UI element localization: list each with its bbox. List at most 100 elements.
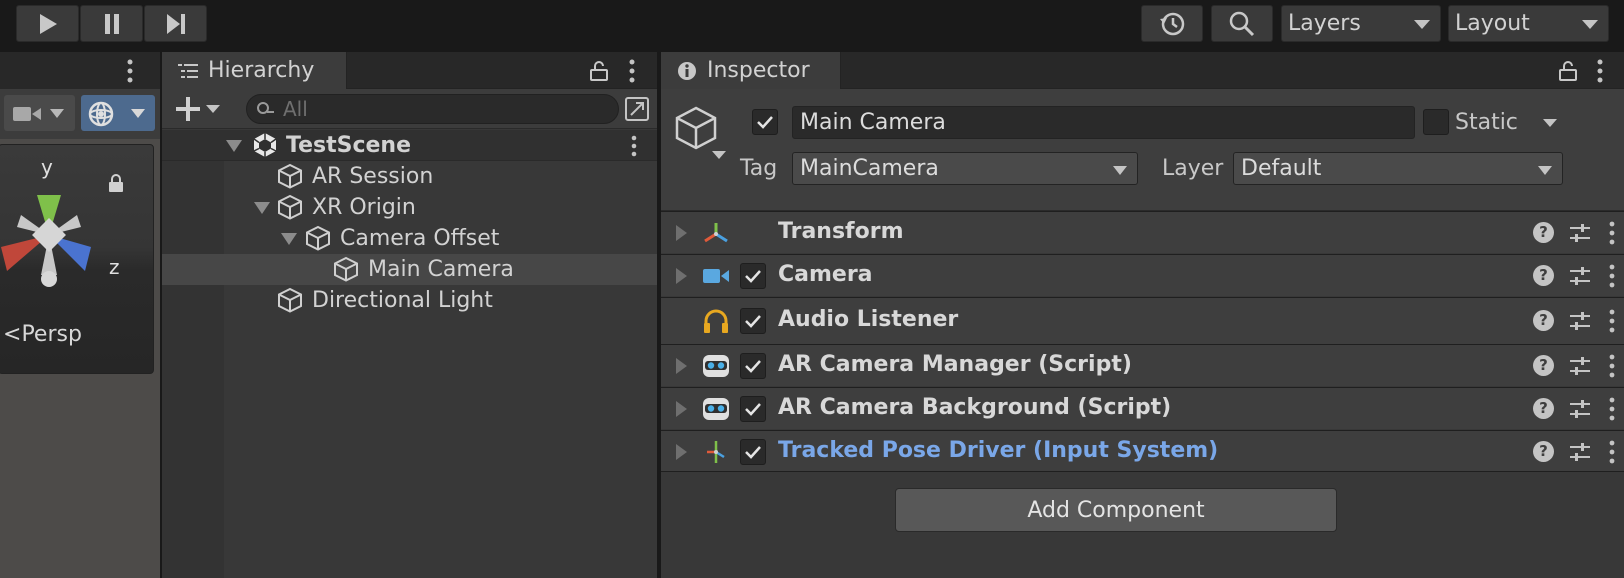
expand-arrow-icon[interactable] xyxy=(226,140,242,152)
more-options-icon[interactable] xyxy=(1608,354,1616,378)
component-name: AR Camera Manager (Script) xyxy=(778,352,1132,377)
expand-arrow-icon[interactable] xyxy=(281,233,297,245)
step-button[interactable] xyxy=(144,5,207,42)
component-name: Tracked Pose Driver (Input System) xyxy=(778,438,1219,463)
add-component-button[interactable]: Add Component xyxy=(895,488,1337,532)
presets-sliders-icon[interactable] xyxy=(1569,310,1591,332)
component-ar-camera-manager[interactable]: AR Camera Manager (Script) ? xyxy=(661,344,1624,386)
lock-icon[interactable] xyxy=(107,173,125,193)
pause-button[interactable] xyxy=(80,5,143,42)
hierarchy-search-input[interactable]: All xyxy=(246,94,619,124)
camera-settings-button[interactable] xyxy=(4,95,75,131)
hierarchy-item-label: AR Session xyxy=(312,164,434,189)
projection-label: Persp xyxy=(21,322,82,347)
layers-dropdown[interactable]: Layers xyxy=(1281,5,1441,42)
static-label: Static xyxy=(1455,110,1518,135)
search-icon xyxy=(257,102,274,114)
projection-toggle[interactable]: <Persp xyxy=(3,322,82,347)
component-enabled-checkbox[interactable] xyxy=(740,263,766,289)
inspector-tab-label: Inspector xyxy=(707,58,810,83)
more-options-icon[interactable] xyxy=(1608,221,1616,245)
tab-hierarchy[interactable]: Hierarchy xyxy=(162,52,347,89)
gameobject-cube-icon xyxy=(306,225,330,251)
more-options-icon[interactable] xyxy=(1608,397,1616,421)
presets-sliders-icon[interactable] xyxy=(1569,355,1591,377)
gameobject-cube-icon[interactable] xyxy=(673,105,719,151)
search-button[interactable] xyxy=(1211,5,1273,42)
component-enabled-checkbox[interactable] xyxy=(740,308,766,334)
layer-value: Default xyxy=(1241,156,1322,181)
component-enabled-checkbox[interactable] xyxy=(740,353,766,379)
hierarchy-panel: Hierarchy All TestScene AR Session XR Or… xyxy=(160,52,657,578)
tab-inspector[interactable]: Inspector xyxy=(661,52,841,89)
active-checkbox[interactable] xyxy=(752,109,778,135)
more-options-icon[interactable] xyxy=(630,135,638,157)
hierarchy-item-directional-light[interactable]: Directional Light xyxy=(162,285,657,316)
axis-gizmo-icon xyxy=(1,195,91,287)
help-icon[interactable]: ? xyxy=(1533,265,1554,286)
expand-arrow-icon[interactable] xyxy=(676,444,687,460)
ar-script-icon xyxy=(703,398,729,420)
component-enabled-checkbox[interactable] xyxy=(740,439,766,465)
more-options-icon[interactable] xyxy=(126,58,134,84)
lock-icon[interactable] xyxy=(1558,60,1578,82)
help-icon[interactable]: ? xyxy=(1533,441,1554,462)
chevron-down-icon xyxy=(131,109,145,118)
hierarchy-item-xr-origin[interactable]: XR Origin xyxy=(162,192,657,223)
search-icon xyxy=(1229,11,1255,36)
layer-dropdown[interactable]: Default xyxy=(1233,152,1563,185)
scene-tab-bar xyxy=(0,52,160,89)
more-options-icon[interactable] xyxy=(1608,309,1616,333)
component-ar-camera-background[interactable]: AR Camera Background (Script) ? xyxy=(661,387,1624,429)
scene-view[interactable]: y z <Persp xyxy=(0,52,160,578)
presets-sliders-icon[interactable] xyxy=(1569,441,1591,463)
hierarchy-item-camera-offset[interactable]: Camera Offset xyxy=(162,223,657,254)
more-options-icon[interactable] xyxy=(628,58,636,84)
layout-dropdown[interactable]: Layout xyxy=(1448,5,1609,42)
presets-sliders-icon[interactable] xyxy=(1569,265,1591,287)
component-actions: ? xyxy=(1524,388,1624,430)
undo-history-button[interactable] xyxy=(1141,5,1203,42)
component-audio-listener[interactable]: Audio Listener ? xyxy=(661,297,1624,344)
scene-row[interactable]: TestScene xyxy=(162,130,657,161)
presets-sliders-icon[interactable] xyxy=(1569,222,1591,244)
ar-script-icon xyxy=(703,355,729,377)
hierarchy-item-ar-session[interactable]: AR Session xyxy=(162,161,657,192)
expand-arrow-icon[interactable] xyxy=(676,358,687,374)
info-icon xyxy=(678,61,696,80)
chevron-down-icon[interactable] xyxy=(712,151,726,159)
gizmos-toggle-button[interactable] xyxy=(81,95,155,131)
component-transform[interactable]: Transform ? xyxy=(661,211,1624,253)
component-actions: ? xyxy=(1524,212,1624,254)
component-enabled-checkbox[interactable] xyxy=(740,396,766,422)
expand-arrow-icon[interactable] xyxy=(254,202,270,214)
gameobject-cube-icon xyxy=(278,287,302,313)
help-icon[interactable]: ? xyxy=(1533,310,1554,331)
help-icon[interactable]: ? xyxy=(1533,222,1554,243)
hierarchy-toolbar: All xyxy=(162,89,657,129)
help-icon[interactable]: ? xyxy=(1533,355,1554,376)
play-button[interactable] xyxy=(16,5,79,42)
more-options-icon[interactable] xyxy=(1596,58,1604,84)
search-options-icon[interactable] xyxy=(623,95,651,123)
object-name-field[interactable]: Main Camera xyxy=(792,106,1415,139)
static-dropdown-chevron-icon[interactable] xyxy=(1543,119,1557,127)
more-options-icon[interactable] xyxy=(1608,264,1616,288)
lock-icon[interactable] xyxy=(589,60,609,82)
tag-dropdown[interactable]: MainCamera xyxy=(792,152,1138,185)
hierarchy-item-main-camera[interactable]: Main Camera xyxy=(162,254,657,285)
hierarchy-item-label: XR Origin xyxy=(312,195,416,220)
expand-arrow-icon[interactable] xyxy=(676,401,687,417)
help-icon[interactable]: ? xyxy=(1533,398,1554,419)
more-options-icon[interactable] xyxy=(1608,440,1616,464)
expand-arrow-icon[interactable] xyxy=(676,225,687,241)
checkmark-icon xyxy=(745,403,761,416)
presets-sliders-icon[interactable] xyxy=(1569,398,1591,420)
hierarchy-tab-label: Hierarchy xyxy=(208,58,315,83)
create-button[interactable] xyxy=(172,94,224,124)
static-checkbox[interactable] xyxy=(1423,109,1449,135)
chevron-down-icon xyxy=(206,105,220,113)
component-tracked-pose-driver[interactable]: Tracked Pose Driver (Input System) ? xyxy=(661,430,1624,472)
expand-arrow-icon[interactable] xyxy=(676,268,687,284)
component-camera[interactable]: Camera ? xyxy=(661,254,1624,296)
